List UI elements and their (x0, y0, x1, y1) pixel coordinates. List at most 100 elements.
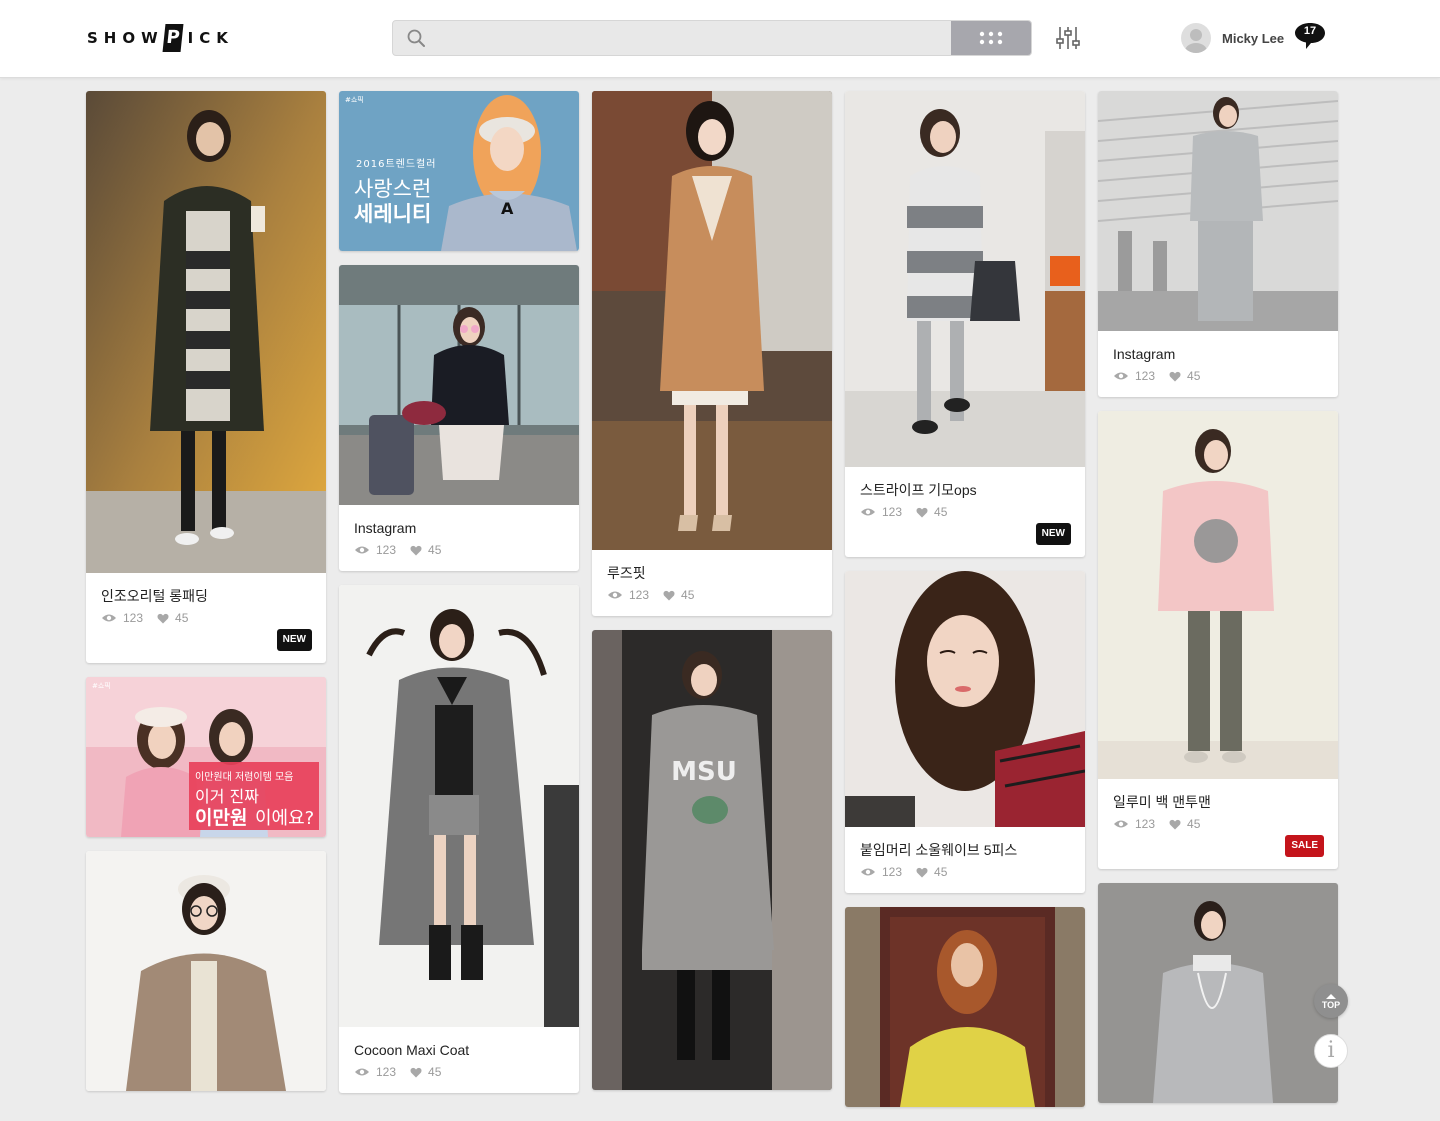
heart-icon (1169, 371, 1181, 381)
logo-text-start: SHOW (87, 29, 164, 47)
feed-card[interactable] (1098, 883, 1338, 1103)
user-avatar (1181, 23, 1211, 53)
feed-card[interactable]: 루즈핏 123 45 (592, 91, 832, 616)
product-photo[interactable]: MSU (592, 630, 832, 1090)
like-count[interactable]: 45 (916, 865, 947, 879)
product-photo[interactable] (1098, 411, 1338, 779)
search-bar (392, 20, 1032, 57)
promo-banner[interactable]: #쇼픽 이만원대 저렴이템 모음 이거 진짜 이만원 이에요? (86, 677, 326, 837)
view-count: 123 (1113, 817, 1155, 831)
search-icon[interactable] (407, 29, 425, 47)
like-count[interactable]: 45 (916, 505, 947, 519)
product-photo[interactable] (1098, 91, 1338, 331)
product-photo[interactable] (86, 91, 326, 573)
promo-banner-card[interactable]: #쇼픽 2016트렌드컬러 사랑스런 세레니티 A (339, 91, 579, 251)
filter-sliders-icon[interactable] (1056, 25, 1080, 51)
promo-banner-card[interactable]: #쇼픽 이만원대 저렴이템 모음 이거 진짜 이만원 이에요? (86, 677, 326, 837)
card-stats: 123 45 (1113, 369, 1323, 383)
eye-icon (355, 546, 369, 554)
product-photo[interactable] (339, 265, 579, 505)
feed-column-4: 스트라이프 기모ops 123 45 NEW 붙임머리 소울웨이브 5피스 12… (845, 91, 1085, 1121)
like-count[interactable]: 45 (410, 1065, 441, 1079)
card-title[interactable]: 일루미 백 맨투맨 (1113, 793, 1323, 811)
logo-p-box: P (162, 24, 184, 52)
product-photo[interactable] (86, 851, 326, 1091)
card-info: 루즈핏 123 45 (592, 550, 832, 616)
logo-text-end: ICK (187, 29, 234, 47)
card-info: Instagram 123 45 (1098, 331, 1338, 397)
user-profile[interactable]: Micky Lee (1181, 21, 1284, 55)
view-count: 123 (860, 865, 902, 879)
heart-icon (663, 590, 675, 600)
like-count[interactable]: 45 (1169, 369, 1200, 383)
eye-icon (1114, 372, 1128, 380)
product-photo[interactable] (339, 585, 579, 1027)
search-input[interactable] (437, 21, 941, 57)
top-label: TOP (1321, 1000, 1341, 1010)
like-count[interactable]: 45 (663, 588, 694, 602)
promo-banner[interactable]: #쇼픽 2016트렌드컬러 사랑스런 세레니티 A (339, 91, 579, 251)
grid-dots-icon (979, 31, 1003, 45)
card-title[interactable]: Cocoon Maxi Coat (354, 1041, 564, 1059)
eye-icon (355, 1068, 369, 1076)
feed-card[interactable]: 스트라이프 기모ops 123 45 NEW (845, 91, 1085, 557)
banner-line-3: 세레니티 (354, 202, 432, 226)
grid-menu-button[interactable] (951, 21, 1031, 55)
card-title[interactable]: Instagram (354, 519, 564, 537)
eye-icon (608, 591, 622, 599)
feed-card[interactable]: 일루미 백 맨투맨 123 45 SALE (1098, 411, 1338, 869)
view-count: 123 (101, 611, 143, 625)
feed-card[interactable] (86, 851, 326, 1091)
feed-card[interactable]: Cocoon Maxi Coat 123 45 (339, 585, 579, 1093)
card-title[interactable]: 붙임머리 소울웨이브 5피스 (860, 841, 1070, 859)
product-photo[interactable] (845, 91, 1085, 467)
new-badge: NEW (276, 629, 312, 651)
user-name: Micky Lee (1222, 30, 1285, 46)
banner-subtitle: 이만원대 저렴이템 모음 (195, 772, 294, 783)
banner-tag: #쇼픽 (92, 682, 111, 690)
card-title[interactable]: 루즈핏 (607, 564, 817, 582)
feed-card[interactable]: Instagram 123 45 (339, 265, 579, 571)
card-info: 인조오리털 롱패딩 123 45 NEW (86, 573, 326, 663)
product-photo[interactable] (845, 907, 1085, 1107)
feed-card[interactable]: 인조오리털 롱패딩 123 45 NEW (86, 91, 326, 663)
like-count[interactable]: 45 (410, 543, 441, 557)
card-info: 일루미 백 맨투맨 123 45 SALE (1098, 779, 1338, 869)
scroll-to-top-button[interactable]: TOP (1314, 984, 1348, 1018)
eye-icon (102, 614, 116, 622)
notification-count: 17 (1303, 25, 1317, 37)
product-photo[interactable] (1098, 883, 1338, 1103)
like-count[interactable]: 45 (1169, 817, 1200, 831)
card-title[interactable]: 인조오리털 롱패딩 (101, 587, 311, 605)
eye-icon (1114, 820, 1128, 828)
card-stats: 123 45 (354, 1065, 564, 1079)
feed-column-5: Instagram 123 45 일루미 백 맨투맨 123 45 SALE (1098, 91, 1338, 1117)
feed-card[interactable]: MSU (592, 630, 832, 1090)
card-stats: 123 45 (1113, 817, 1323, 831)
feed-card[interactable]: Instagram 123 45 (1098, 91, 1338, 397)
view-count: 123 (354, 1065, 396, 1079)
feed-column-2: #쇼픽 2016트렌드컬러 사랑스런 세레니티 A Instagram 123 … (339, 91, 579, 1107)
heart-icon (410, 1067, 422, 1077)
product-photo[interactable] (845, 571, 1085, 827)
heart-icon (916, 867, 928, 877)
feed-card[interactable] (845, 907, 1085, 1107)
like-count[interactable]: 45 (157, 611, 188, 625)
showpick-logo[interactable]: SHOW P ICK (87, 22, 234, 54)
sale-badge: SALE (1285, 835, 1324, 857)
banner-line-3-end: 이에요? (255, 808, 315, 829)
feed-card[interactable]: 붙임머리 소울웨이브 5피스 123 45 (845, 571, 1085, 893)
card-info: 스트라이프 기모ops 123 45 NEW (845, 467, 1085, 557)
card-title[interactable]: 스트라이프 기모ops (860, 481, 1070, 499)
card-stats: 123 45 (101, 611, 311, 625)
eye-icon (861, 508, 875, 516)
top-header: SHOW P ICK Micky Lee 17 (0, 0, 1440, 78)
info-button[interactable]: i (1314, 1034, 1348, 1068)
heart-icon (916, 507, 928, 517)
card-title[interactable]: Instagram (1113, 345, 1323, 363)
banner-subtitle: 2016트렌드컬러 (356, 159, 437, 170)
notification-bubble[interactable]: 17 (1294, 22, 1326, 50)
product-photo[interactable] (592, 91, 832, 550)
view-count: 123 (1113, 369, 1155, 383)
card-stats: 123 45 (860, 505, 1070, 519)
